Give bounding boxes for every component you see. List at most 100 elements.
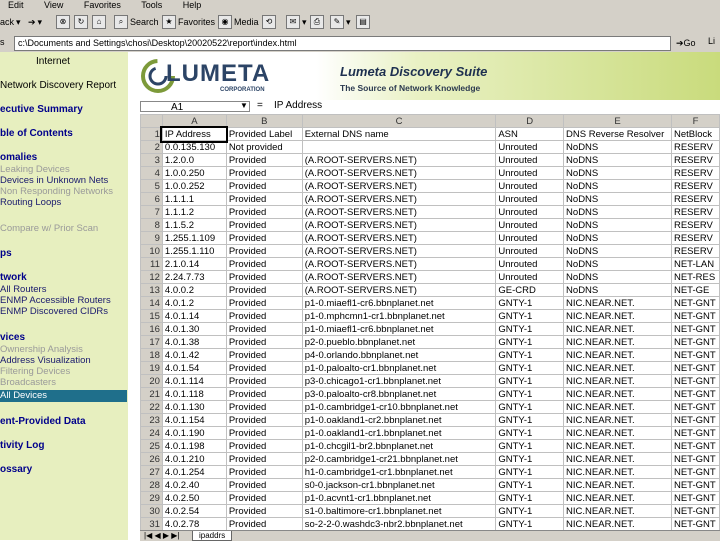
table-cell[interactable]: Provided <box>225 257 303 271</box>
table-cell[interactable]: (A.ROOT-SERVERS.NET) <box>301 244 497 258</box>
table-cell[interactable]: (A.ROOT-SERVERS.NET) <box>301 231 497 245</box>
table-cell[interactable]: 4.0.1.114 <box>161 374 227 388</box>
table-cell[interactable]: NoDNS <box>563 244 672 258</box>
table-cell[interactable]: NET-GNT <box>670 361 720 375</box>
table-cell[interactable]: Provided <box>225 192 303 206</box>
table-cell[interactable]: RESERV <box>670 218 720 232</box>
table-cell[interactable]: Provided <box>225 179 303 193</box>
row-header[interactable]: 7 <box>140 205 163 219</box>
table-cell[interactable]: 1.255.1.110 <box>161 244 227 258</box>
table-cell[interactable]: p3-0.chicago1-cr1.bbnplanet.net <box>301 374 497 388</box>
table-cell[interactable]: NIC.NEAR.NET. <box>563 322 672 336</box>
table-cell[interactable]: RESERV <box>670 179 720 193</box>
table-cell[interactable]: Not provided <box>225 140 303 154</box>
table-cell[interactable]: NET-LAN <box>670 257 720 271</box>
table-cell[interactable]: Provided Label <box>225 127 303 141</box>
table-cell[interactable]: 1.0.0.250 <box>161 166 227 180</box>
table-cell[interactable]: NoDNS <box>563 179 672 193</box>
nav-snmp-cidrs[interactable]: ENMP Discovered CIDRs <box>0 306 108 317</box>
table-cell[interactable]: NET-GNT <box>670 387 720 401</box>
column-header[interactable]: D <box>495 114 565 128</box>
table-cell[interactable]: GNTY-1 <box>495 413 565 427</box>
table-cell[interactable]: GNTY-1 <box>495 426 565 440</box>
nav-network[interactable]: twork <box>0 272 27 283</box>
table-cell[interactable]: Provided <box>225 413 303 427</box>
table-cell[interactable]: Provided <box>225 270 303 284</box>
chevron-down-icon[interactable]: ▼ <box>240 101 248 110</box>
table-cell[interactable]: Provided <box>225 426 303 440</box>
table-cell[interactable]: GNTY-1 <box>495 400 565 414</box>
table-cell[interactable]: p1-0.miaefl1-cr6.bbnplanet.net <box>301 296 497 310</box>
table-cell[interactable]: External DNS name <box>301 127 497 141</box>
table-cell[interactable]: NIC.NEAR.NET. <box>563 452 672 466</box>
table-cell[interactable]: Provided <box>225 153 303 167</box>
table-cell[interactable]: Provided <box>225 166 303 180</box>
table-cell[interactable]: 4.0.1.130 <box>161 400 227 414</box>
table-cell[interactable]: p1-0.oakland1-cr1.bbnplanet.net <box>301 426 497 440</box>
row-header[interactable]: 18 <box>140 348 163 362</box>
nav-executive-summary[interactable]: ecutive Summary <box>0 104 83 115</box>
table-cell[interactable]: NET-GNT <box>670 465 720 479</box>
table-cell[interactable]: NoDNS <box>563 166 672 180</box>
row-header[interactable]: 13 <box>140 283 163 297</box>
table-cell[interactable]: GNTY-1 <box>495 335 565 349</box>
table-cell[interactable]: Unrouted <box>495 179 565 193</box>
table-cell[interactable]: 4.0.2.54 <box>161 504 227 518</box>
mail-button[interactable]: ✉ ▾ <box>286 14 307 30</box>
table-cell[interactable]: NET-GNT <box>670 309 720 323</box>
row-header[interactable]: 30 <box>140 504 163 518</box>
table-cell[interactable]: RESERV <box>670 231 720 245</box>
menu-help[interactable]: Help <box>183 0 202 10</box>
table-cell[interactable]: NET-GNT <box>670 426 720 440</box>
table-cell[interactable]: DNS Reverse Resolver <box>563 127 672 141</box>
row-header[interactable]: 29 <box>140 491 163 505</box>
table-cell[interactable]: p1-0.mphcmn1-cr1.bbnplanet.net <box>301 309 497 323</box>
table-cell[interactable]: p2-0.cambridge1-cr21.bbnplanet.net <box>301 452 497 466</box>
row-header[interactable]: 14 <box>140 296 163 310</box>
table-cell[interactable]: 4.0.2.50 <box>161 491 227 505</box>
table-cell[interactable]: Unrouted <box>495 218 565 232</box>
favorites-button[interactable]: ★ Favorites <box>162 14 215 30</box>
column-header[interactable]: E <box>563 114 672 128</box>
table-cell[interactable]: NET-GE <box>670 283 720 297</box>
table-cell[interactable]: GNTY-1 <box>495 309 565 323</box>
table-cell[interactable]: NET-GNT <box>670 478 720 492</box>
table-cell[interactable]: Provided <box>225 322 303 336</box>
row-header[interactable]: 25 <box>140 439 163 453</box>
table-cell[interactable]: (A.ROOT-SERVERS.NET) <box>301 283 497 297</box>
table-cell[interactable]: NIC.NEAR.NET. <box>563 387 672 401</box>
table-cell[interactable]: 4.0.1.154 <box>161 413 227 427</box>
nav-activity-log[interactable]: tivity Log <box>0 440 44 451</box>
table-cell[interactable]: NET-GNT <box>670 491 720 505</box>
table-cell[interactable]: Provided <box>225 244 303 258</box>
row-header[interactable]: 21 <box>140 387 163 401</box>
nav-ownership-analysis[interactable]: Ownership Analysis <box>0 344 83 355</box>
row-header[interactable]: 10 <box>140 244 163 258</box>
row-header[interactable]: 22 <box>140 400 163 414</box>
menu-edit[interactable]: Edit <box>8 0 24 10</box>
name-box[interactable]: A1 <box>140 101 250 113</box>
row-header[interactable]: 5 <box>140 179 163 193</box>
table-cell[interactable]: p2-0.pueblo.bbnplanet.net <box>301 335 497 349</box>
table-cell[interactable]: (A.ROOT-SERVERS.NET) <box>301 153 497 167</box>
table-cell[interactable]: 1.1.5.2 <box>161 218 227 232</box>
table-cell[interactable]: NIC.NEAR.NET. <box>563 400 672 414</box>
table-cell[interactable]: 4.0.2.40 <box>161 478 227 492</box>
table-cell[interactable]: ASN <box>495 127 565 141</box>
go-button[interactable]: ➔Go <box>676 36 706 50</box>
table-cell[interactable]: p1-0.cambridge1-cr10.bbnplanet.net <box>301 400 497 414</box>
table-cell[interactable]: Unrouted <box>495 153 565 167</box>
table-cell[interactable]: GNTY-1 <box>495 361 565 375</box>
table-cell[interactable]: NIC.NEAR.NET. <box>563 335 672 349</box>
table-cell[interactable]: 2.24.7.73 <box>161 270 227 284</box>
menu-tools[interactable]: Tools <box>141 0 162 10</box>
table-cell[interactable]: Unrouted <box>495 270 565 284</box>
table-cell[interactable]: 4.0.0.2 <box>161 283 227 297</box>
menu-favorites[interactable]: Favorites <box>84 0 121 10</box>
table-cell[interactable]: (A.ROOT-SERVERS.NET) <box>301 205 497 219</box>
table-cell[interactable]: (A.ROOT-SERVERS.NET) <box>301 257 497 271</box>
table-cell[interactable]: Provided <box>225 400 303 414</box>
table-cell[interactable]: NIC.NEAR.NET. <box>563 504 672 518</box>
media-button[interactable]: ◉ Media <box>218 14 259 30</box>
table-cell[interactable]: 1.255.1.109 <box>161 231 227 245</box>
